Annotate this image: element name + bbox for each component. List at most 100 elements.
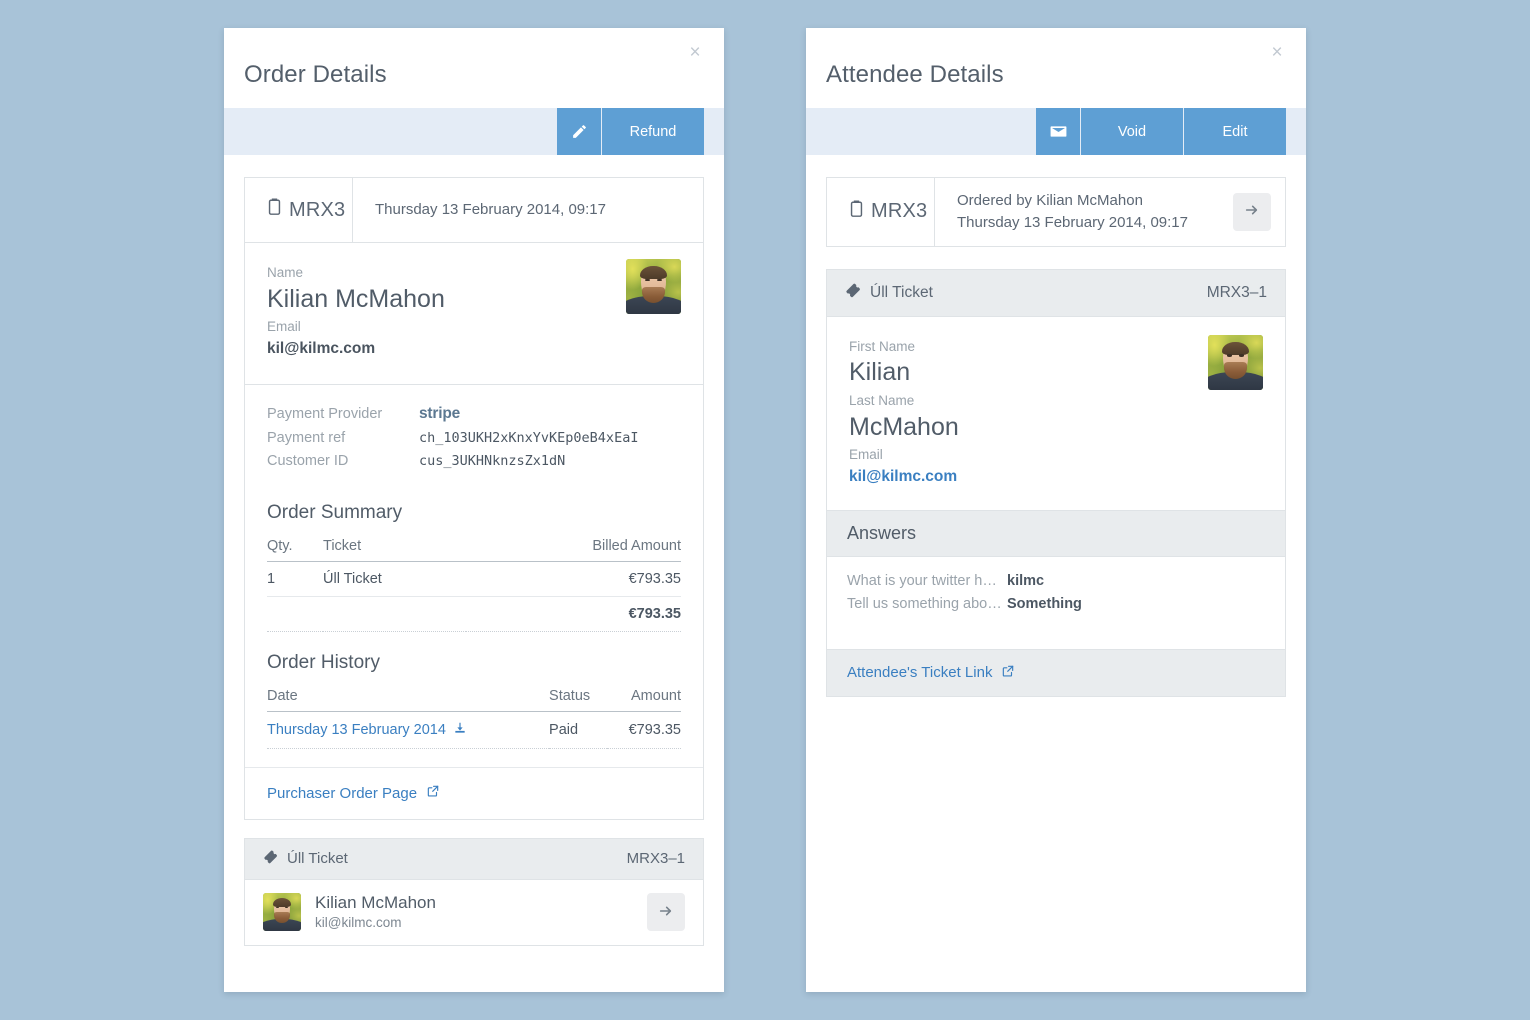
external-link-icon — [426, 784, 440, 802]
col-billed-amount: Billed Amount — [465, 530, 681, 563]
attendee-reference-code: MRX3 — [827, 178, 935, 246]
cell-history-amount: €793.35 — [607, 711, 681, 750]
answers-section-title: Answers — [827, 509, 1285, 557]
avatar — [263, 893, 301, 932]
attendee-ticket-link-label: Attendee's Ticket Link — [847, 664, 993, 682]
ticket-icon — [263, 849, 279, 869]
payment-provider-value: stripe — [419, 405, 461, 423]
col-status: Status — [549, 680, 608, 713]
close-icon[interactable]: × — [682, 40, 708, 66]
ticket-attendee-row: Kilian McMahon kil@kilmc.com — [245, 880, 703, 945]
envelope-icon — [1049, 122, 1068, 141]
ticket-attendee-email: kil@kilmc.com — [315, 914, 402, 930]
ordered-by-text: Ordered by Kilian McMahon — [957, 192, 1143, 209]
attendee-details-panel: Attendee Details × Void Edit MRX3 Ordere… — [806, 28, 1306, 992]
answers-list: What is your twitter h… kilmc Tell us so… — [827, 557, 1285, 649]
cell-ticket: Úll Ticket — [323, 561, 466, 598]
list-item: What is your twitter h… kilmc — [847, 573, 1265, 589]
table-row: Thursday 13 February 2014 Paid €793.35 — [267, 711, 681, 750]
col-amount: Amount — [607, 680, 681, 713]
pencil-icon — [571, 123, 588, 140]
clipboard-icon — [267, 198, 282, 222]
ticket-group-ref: MRX3–1 — [626, 850, 685, 868]
attendee-ticket-ref: MRX3–1 — [1206, 283, 1267, 301]
col-ticket: Ticket — [323, 530, 466, 563]
table-header-row: Qty. Ticket Billed Amount — [267, 530, 681, 563]
customer-id-row: Customer ID cus_3UKHNknzsZx1dN — [267, 453, 681, 469]
close-icon[interactable]: × — [1264, 40, 1290, 66]
email-attendee-button[interactable] — [1036, 108, 1080, 155]
customer-id-label: Customer ID — [267, 453, 349, 470]
answer-value: kilmc — [1007, 572, 1045, 589]
avatar — [626, 259, 681, 314]
attendee-email-value[interactable]: kil@kilmc.com — [849, 468, 957, 485]
screenshot-stage: Order Details × Refund MRX3 Thursday 13 … — [0, 0, 1530, 1020]
payment-provider-label: Payment Provider — [267, 406, 383, 423]
order-total-amount: €793.35 — [465, 596, 681, 633]
table-header-row: Date Status Amount — [267, 680, 681, 713]
order-ticket-group: Úll Ticket MRX3–1 Kilian McMahon kil@kil… — [244, 837, 704, 946]
last-name-value: McMahon — [849, 412, 959, 441]
answer-question: What is your twitter h… — [847, 572, 997, 589]
view-attendee-button[interactable] — [647, 893, 685, 932]
answer-question: Tell us something abo… — [847, 595, 1002, 612]
cell-history-date: Thursday 13 February 2014 — [267, 711, 550, 750]
attendee-ticket-card: Úll Ticket MRX3–1 First Name Kilian Last… — [826, 268, 1286, 698]
total-spacer-2 — [323, 596, 466, 633]
cell-amount: €793.35 — [465, 561, 681, 598]
table-row: 1 Úll Ticket €793.35 — [267, 561, 681, 598]
attendee-ticket-link-row: Attendee's Ticket Link — [827, 648, 1285, 697]
total-spacer-1 — [267, 596, 323, 633]
payment-ref-row: Payment ref ch_103UKH2xKnxYvKEp0eB4xEaI — [267, 430, 681, 446]
ticket-group-name-wrap: Úll Ticket — [263, 849, 348, 869]
attendee-order-reference-card: MRX3 Ordered by Kilian McMahon Thursday … — [826, 177, 1286, 247]
order-code-text: MRX3 — [289, 198, 346, 221]
ticket-icon — [845, 282, 862, 304]
order-history-title: Order History — [267, 652, 380, 674]
table-total-row: €793.35 — [267, 596, 681, 633]
ticket-attendee-info: Kilian McMahon kil@kilmc.com — [315, 892, 633, 933]
order-history-table: Date Status Amount Thursday 13 February … — [267, 680, 681, 750]
payment-provider-row: Payment Provider stripe — [267, 405, 681, 423]
void-button[interactable]: Void — [1081, 108, 1183, 155]
purchaser-name: Kilian McMahon — [267, 284, 445, 313]
first-name-label: First Name — [849, 338, 916, 354]
avatar — [1208, 334, 1263, 390]
attendee-order-meta-lines: Ordered by Kilian McMahon Thursday 13 Fe… — [957, 190, 1233, 234]
purchaser-email-label: Email — [267, 319, 301, 335]
purchaser-block: Name Kilian McMahon Email kil@kilmc.com — [245, 243, 703, 386]
customer-id-value: cus_3UKHNknzsZx1dN — [419, 453, 566, 470]
purchaser-name-label: Name — [267, 265, 304, 280]
page-title: Attendee Details — [826, 61, 1004, 88]
clipboard-icon — [849, 200, 864, 224]
page-title: Order Details — [244, 61, 387, 88]
order-summary-table: Qty. Ticket Billed Amount 1 Úll Ticket €… — [267, 530, 681, 633]
arrow-right-icon — [658, 903, 674, 922]
answer-value: Something — [1007, 595, 1082, 612]
view-order-button[interactable] — [1233, 192, 1271, 231]
order-date-text: Thursday 13 February 2014, 09:17 — [957, 213, 1188, 231]
order-details-panel: Order Details × Refund MRX3 Thursday 13 … — [224, 28, 724, 992]
attendee-ticket-link[interactable]: Attendee's Ticket Link — [847, 664, 1015, 682]
order-summary-title: Order Summary — [267, 502, 403, 524]
order-date-text: Thursday 13 February 2014, 09:17 — [375, 201, 606, 219]
attendee-info-block: First Name Kilian Last Name McMahon Emai… — [827, 317, 1285, 510]
last-name-label: Last Name — [849, 392, 915, 408]
payment-details-block: Payment Provider stripe Payment ref ch_1… — [245, 385, 703, 482]
attendee-ticket-name: Úll Ticket — [870, 283, 933, 301]
history-date-link[interactable]: Thursday 13 February 2014 — [267, 721, 467, 739]
purchaser-order-page-row: Purchaser Order Page — [245, 767, 703, 819]
ticket-group-name: Úll Ticket — [287, 850, 348, 868]
cell-history-status: Paid — [549, 711, 608, 750]
purchaser-order-page-link[interactable]: Purchaser Order Page — [267, 784, 440, 802]
download-icon[interactable] — [453, 721, 467, 739]
attendee-email-label: Email — [849, 447, 883, 463]
col-qty: Qty. — [267, 530, 323, 563]
attendee-reference-row: MRX3 Ordered by Kilian McMahon Thursday … — [827, 178, 1285, 246]
cell-qty: 1 — [267, 561, 323, 598]
edit-order-button[interactable] — [557, 108, 601, 155]
purchaser-order-page-label: Purchaser Order Page — [267, 784, 418, 802]
edit-button[interactable]: Edit — [1184, 108, 1286, 155]
refund-button[interactable]: Refund — [602, 108, 704, 155]
attendee-order-meta: Ordered by Kilian McMahon Thursday 13 Fe… — [935, 178, 1285, 246]
